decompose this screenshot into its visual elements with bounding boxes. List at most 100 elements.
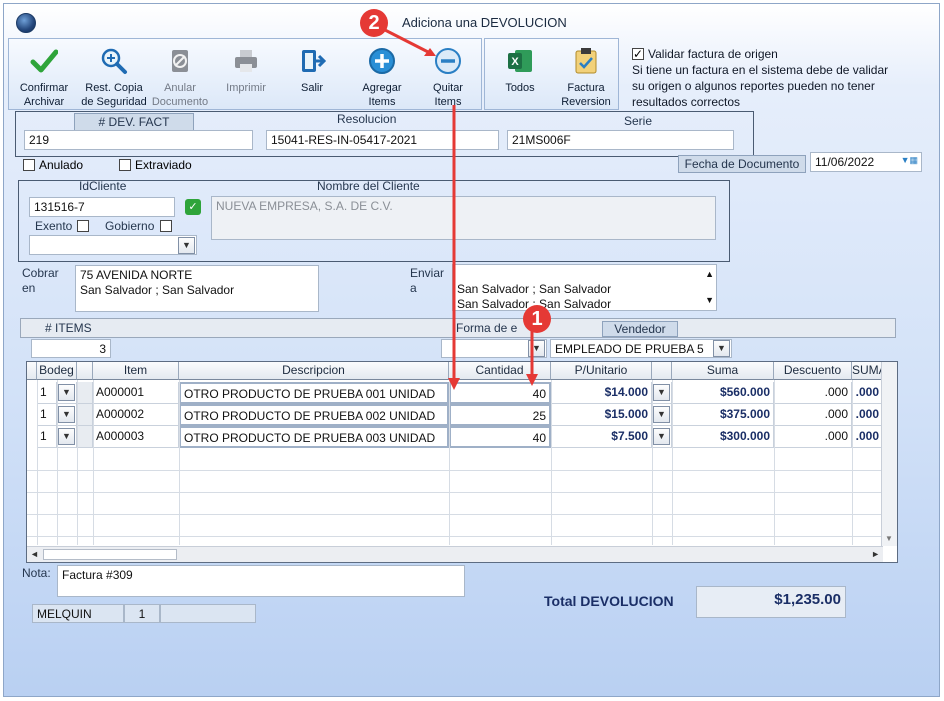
nombre-cliente-label: Nombre del Cliente <box>317 179 420 193</box>
scroll-down-icon[interactable]: ▼ <box>885 534 893 543</box>
export-toolbar: X Todos Factura Reversion <box>484 38 619 110</box>
bodega-dropdown[interactable]: ▼ <box>57 404 77 426</box>
chevron-down-icon: ▼ <box>58 428 75 445</box>
total-devolucion-label: Total DEVOLUCION <box>544 593 674 609</box>
col-header-descuento[interactable]: Descuento <box>774 362 852 380</box>
app-logo-icon <box>16 13 36 33</box>
chevron-down-icon: ▼ <box>653 428 670 445</box>
row-item[interactable]: A000002 <box>93 404 179 426</box>
quitar-items-button[interactable]: Quitar Items <box>415 43 481 108</box>
scroll-right-icon[interactable]: ► <box>871 549 880 559</box>
main-toolbar: Confirmar Archivar Rest. Copia de Seguri… <box>8 38 482 110</box>
nota-label: Nota: <box>22 566 51 580</box>
grid-horizontal-scrollbar[interactable]: ◄ ► <box>27 546 883 562</box>
row-bodega[interactable]: 1 <box>37 382 57 404</box>
grid-line <box>852 380 853 545</box>
row-punitario[interactable]: $15.000 <box>551 404 652 426</box>
agregar-items-button[interactable]: Agregar Items <box>349 43 415 108</box>
calendar-dropdown-icon[interactable]: ▼▦ <box>901 155 918 166</box>
cobrar-field[interactable]: 75 AVENIDA NORTE San Salvador ; San Salv… <box>75 265 319 312</box>
nota-field[interactable]: Factura #309 <box>57 565 465 597</box>
gobierno-checkbox[interactable] <box>160 220 172 232</box>
extraviado-checkbox-row[interactable]: Extraviado <box>119 158 192 172</box>
scroll-left-icon[interactable]: ◄ <box>30 549 39 559</box>
row-descuento[interactable]: .000 <box>774 382 852 404</box>
resolucion-field[interactable]: 15041-RES-IN-05417-2021 <box>266 130 499 150</box>
validar-checkbox-row[interactable]: Validar factura de origen <box>632 46 902 62</box>
col-header-bodega[interactable]: Bodeg <box>37 362 77 380</box>
cancel-document-icon <box>172 50 188 72</box>
row-punitario[interactable]: $7.500 <box>551 426 652 448</box>
factura-reversion-button[interactable]: Factura Reversion <box>553 43 619 108</box>
vendedor-select[interactable]: EMPLEADO DE PRUEBA 5 ▼ <box>550 339 732 358</box>
row-descuento[interactable]: .000 <box>774 426 852 448</box>
col-header-punitario[interactable]: P/Unitario <box>551 362 652 380</box>
row-punitario[interactable]: $14.000 <box>551 382 652 404</box>
row-suma: $300.000 <box>672 426 774 448</box>
row-suma-total: .000 <box>852 382 883 404</box>
punitario-dropdown[interactable]: ▼ <box>652 382 672 404</box>
bodega-dropdown[interactable]: ▼ <box>57 382 77 404</box>
fecha-field[interactable]: 11/06/2022 ▼▦ <box>810 152 922 172</box>
anulado-checkbox[interactable] <box>23 159 35 171</box>
bodega-dropdown[interactable]: ▼ <box>57 426 77 448</box>
scrollbar-thumb[interactable] <box>43 549 177 560</box>
validar-checkbox[interactable] <box>632 46 644 62</box>
row-cantidad[interactable]: 40 <box>449 382 551 404</box>
punitario-dropdown[interactable]: ▼ <box>652 426 672 448</box>
row-cantidad[interactable]: 25 <box>449 404 551 426</box>
salir-button[interactable]: Salir <box>279 43 345 107</box>
scroll-down-icon[interactable]: ▼ <box>705 293 714 308</box>
col-header-descripcion[interactable]: Descripcion <box>179 362 449 380</box>
resolucion-label: Resolucion <box>337 112 397 126</box>
col-header-item[interactable]: Item <box>93 362 179 380</box>
row-item[interactable]: A000003 <box>93 426 179 448</box>
anulado-checkbox-row[interactable]: Anulado <box>23 158 83 172</box>
row-item[interactable]: A000001 <box>93 382 179 404</box>
total-devolucion-value: $1,235.00 <box>696 586 846 618</box>
factura-reversion-label: Factura Reversion <box>561 82 611 108</box>
row-descuento[interactable]: .000 <box>774 404 852 426</box>
fecha-value: 11/06/2022 <box>815 155 875 169</box>
validar-label: Validar factura de origen <box>648 47 778 61</box>
cliente-tipo-select[interactable]: ▼ <box>29 235 197 255</box>
enviar-line-2: San Salvador ; San Salvador <box>457 297 612 311</box>
grid-vertical-scrollbar[interactable]: ▼ <box>881 362 897 546</box>
chevron-down-icon: ▼ <box>58 384 75 401</box>
row-suma-total: .000 <box>852 404 883 426</box>
row-bodega[interactable]: 1 <box>37 426 57 448</box>
chevron-down-icon: ▼ <box>713 340 730 357</box>
dev-fact-field[interactable]: 219 <box>24 130 253 150</box>
row-descripcion[interactable]: OTRO PRODUCTO DE PRUEBA 002 UNIDAD <box>179 404 449 426</box>
punitario-dropdown[interactable]: ▼ <box>652 404 672 426</box>
scroll-up-icon[interactable]: ▲ <box>705 267 714 282</box>
nombre-cliente-field[interactable]: NUEVA EMPRESA, S.A. DE C.V. <box>211 196 716 240</box>
row-cantidad[interactable]: 40 <box>449 426 551 448</box>
forma-envio-select[interactable]: ▼ <box>441 339 547 358</box>
chevron-down-icon: ▼ <box>653 384 670 401</box>
confirmar-archivar-button[interactable]: Confirmar Archivar <box>11 43 77 108</box>
row-descripcion[interactable]: OTRO PRODUCTO DE PRUEBA 003 UNIDAD <box>179 426 449 448</box>
rest-copia-button[interactable]: Rest. Copia de Seguridad <box>81 43 147 108</box>
extraviado-checkbox[interactable] <box>119 159 131 171</box>
window-title: Adiciona una DEVOLUCION <box>402 15 567 30</box>
todos-excel-button[interactable]: X Todos <box>487 43 553 107</box>
idcliente-field[interactable]: 131516-7 <box>29 197 175 217</box>
grid-line <box>652 380 653 545</box>
row-bodega[interactable]: 1 <box>37 404 57 426</box>
grid-line <box>93 380 94 545</box>
exento-checkbox[interactable] <box>77 220 89 232</box>
grid-line <box>57 380 58 545</box>
col-header-suma[interactable]: Suma <box>672 362 774 380</box>
agregar-label: Agregar Items <box>362 82 402 108</box>
anular-documento-button[interactable]: Anular Documento <box>147 43 213 108</box>
imprimir-button[interactable]: Imprimir <box>213 43 279 107</box>
excel-icon: X <box>508 50 532 72</box>
row-descripcion[interactable]: OTRO PRODUCTO DE PRUEBA 001 UNIDAD <box>179 382 449 404</box>
col-header-suma-total[interactable]: SUMA <box>852 362 883 380</box>
todos-label: Todos <box>505 82 535 94</box>
col-header-cantidad[interactable]: Cantidad <box>449 362 551 380</box>
enviar-field[interactable]: San Salvador ; San Salvador San Salvador… <box>452 264 717 311</box>
cobrar-label: Cobrar en <box>22 266 59 295</box>
serie-field[interactable]: 21MS006F <box>507 130 734 150</box>
